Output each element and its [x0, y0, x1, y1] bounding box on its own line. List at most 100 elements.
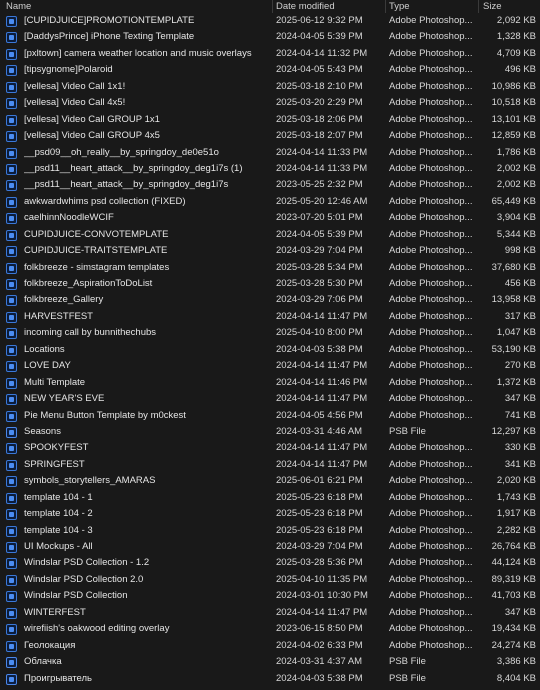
- file-row[interactable]: folkbreeze_Gallery 2024-03-29 7:06 PM Adob…: [0, 292, 540, 308]
- file-size: 10,986 KB: [491, 80, 536, 92]
- file-size: 330 KB: [504, 442, 536, 454]
- file-row[interactable]: symbols_storytellers_AMARAS 2025-06-01 6:…: [0, 473, 540, 489]
- file-type: Adobe Photoshop...: [389, 475, 473, 487]
- file-row[interactable]: folkbreeze - simstagram templates 2025-03…: [0, 260, 540, 276]
- file-date-modified: 2024-04-05 5:43 PM: [276, 64, 363, 76]
- column-divider[interactable]: [478, 0, 479, 13]
- photoshop-file-icon: [6, 196, 17, 208]
- file-row[interactable]: Windslar PSD Collection - 1.2 2025-03-28 …: [0, 555, 540, 571]
- photoshop-file-icon: [6, 180, 17, 192]
- file-type: Adobe Photoshop...: [389, 393, 473, 405]
- file-row[interactable]: template 104 - 3 2025-05-23 6:18 PM Adobe …: [0, 523, 540, 539]
- file-row[interactable]: [vellesa] Video Call GROUP 1x1 2025-03-18…: [0, 112, 540, 128]
- file-row[interactable]: [vellesa] Video Call 1x1! 2025-03-18 2:10…: [0, 79, 540, 95]
- file-name: awkwardwhims psd collection (FIXED): [24, 195, 186, 207]
- file-row[interactable]: Облачка 2024-03-31 4:37 AM PSB File 3,386 K…: [0, 654, 540, 670]
- file-row[interactable]: folkbreeze_AspirationToDoList 2025-03-28 …: [0, 276, 540, 292]
- file-date-modified: 2024-03-31 4:46 AM: [276, 425, 363, 437]
- file-date-modified: 2024-04-14 11:47 PM: [276, 458, 368, 470]
- file-name: UI Mockups - All: [24, 541, 93, 552]
- file-row[interactable]: SPOOKYFEST 2024-04-14 11:47 PM Adobe Photo…: [0, 440, 540, 456]
- file-size: 341 KB: [504, 458, 536, 470]
- file-name: Windslar PSD Collection - 1.2: [24, 557, 150, 569]
- file-date-modified: 2023-05-25 2:32 PM: [276, 179, 363, 191]
- file-row[interactable]: caelhinnNoodleWCIF 2023-07-20 5:01 PM Adob…: [0, 210, 540, 226]
- file-date-modified: 2024-04-03 5:38 PM: [276, 672, 363, 684]
- column-header-name[interactable]: Name: [6, 0, 31, 13]
- file-size: 741 KB: [504, 409, 536, 421]
- file-name: CUPIDJUICE-TRAITSTEMPLATE: [24, 245, 168, 257]
- photoshop-file-icon: [6, 542, 17, 553]
- file-date-modified: 2024-04-14 11:47 PM: [276, 360, 368, 372]
- file-row[interactable]: awkwardwhims psd collection (FIXED) 2025-…: [0, 194, 540, 210]
- file-row[interactable]: WINTERFEST 2024-04-14 11:47 PM Adobe Photo…: [0, 605, 540, 621]
- file-row[interactable]: [DaddysPrince] iPhone Texting Template 20…: [0, 29, 540, 45]
- file-row[interactable]: __psd09__oh_really__by_springdoy_de0e51o…: [0, 145, 540, 161]
- file-type: Adobe Photoshop...: [389, 458, 473, 470]
- file-name: incoming call by bunnithechubs: [24, 327, 157, 339]
- file-size: 2,002 KB: [496, 162, 536, 174]
- psb-file-icon: [6, 673, 17, 685]
- file-row[interactable]: HARVESTFEST 2024-04-14 11:47 PM Adobe Phot…: [0, 309, 540, 325]
- file-name: folkbreeze - simstagram templates: [24, 261, 170, 273]
- column-header-size[interactable]: Size: [483, 0, 501, 13]
- file-type: Adobe Photoshop...: [389, 212, 473, 224]
- file-row[interactable]: [vellesa] Video Call GROUP 4x5 2025-03-18…: [0, 128, 540, 144]
- file-row[interactable]: SPRINGFEST 2024-04-14 11:47 PM Adobe Photo…: [0, 457, 540, 473]
- file-date-modified: 2024-04-05 4:56 PM: [276, 409, 363, 421]
- file-row[interactable]: incoming call by bunnithechubs 2025-04-10…: [0, 325, 540, 341]
- column-header-type[interactable]: Type: [389, 0, 410, 13]
- file-row[interactable]: template 104 - 1 2025-05-23 6:18 PM Adobe …: [0, 490, 540, 506]
- file-date-modified: 2025-03-28 5:34 PM: [276, 261, 363, 273]
- photoshop-file-icon: [6, 213, 17, 225]
- file-date-modified: 2023-07-20 5:01 PM: [276, 212, 363, 224]
- file-row[interactable]: Windslar PSD Collection 2.0 2025-04-10 11…: [0, 572, 540, 588]
- file-date-modified: 2025-05-20 12:46 AM: [276, 195, 368, 207]
- file-date-modified: 2024-03-01 10:30 PM: [276, 590, 368, 602]
- file-size: 13,101 KB: [491, 113, 536, 125]
- photoshop-file-icon: [6, 147, 17, 159]
- file-row[interactable]: __psd11__heart_attack__by_springdoy_deg1…: [0, 177, 540, 193]
- file-size: 41,703 KB: [491, 590, 536, 602]
- file-row[interactable]: Проигрыватель 2024-04-03 5:38 PM PSB File 8…: [0, 671, 540, 687]
- photoshop-file-icon: [6, 295, 17, 307]
- photoshop-file-icon: [6, 443, 17, 455]
- file-row[interactable]: NEW YEAR'S EVE 2024-04-14 11:47 PM Adobe P…: [0, 391, 540, 407]
- file-row[interactable]: Multi Template 2024-04-14 11:46 PM Adobe P…: [0, 375, 540, 391]
- photoshop-file-icon: [6, 394, 17, 406]
- file-row[interactable]: CUPIDJUICE-TRAITSTEMPLATE 2024-03-29 7:04…: [0, 243, 540, 259]
- file-row[interactable]: UI Mockups - All 2024-03-29 7:04 PM Adobe …: [0, 539, 540, 555]
- file-row[interactable]: [pxltown] camera weather location and mu…: [0, 46, 540, 62]
- file-row[interactable]: [vellesa] Video Call 4x5! 2025-03-20 2:29…: [0, 95, 540, 111]
- file-row[interactable]: Геолокация 2024-04-02 6:33 PM Adobe Photos…: [0, 638, 540, 654]
- file-row[interactable]: Seasons 2024-03-31 4:46 AM PSB File 12,297 …: [0, 424, 540, 440]
- file-row[interactable]: LOVE DAY 2024-04-14 11:47 PM Adobe Photosh…: [0, 358, 540, 374]
- file-row[interactable]: Windslar PSD Collection 2024-03-01 10:30 …: [0, 588, 540, 604]
- file-size: 12,297 KB: [491, 425, 536, 437]
- file-row[interactable]: [tipsygnome]Polaroid 2024-04-05 5:43 PM Ad…: [0, 62, 540, 78]
- column-divider[interactable]: [385, 0, 386, 13]
- file-row[interactable]: CUPIDJUICE-CONVOTEMPLATE 2024-04-05 5:39 …: [0, 227, 540, 243]
- file-type: Adobe Photoshop...: [389, 442, 473, 454]
- file-row[interactable]: template 104 - 2 2025-05-23 6:18 PM Adobe …: [0, 506, 540, 522]
- file-row[interactable]: Pie Menu Button Template by m0ckest 2024-…: [0, 408, 540, 424]
- file-name: template 104 - 2: [24, 508, 93, 520]
- photoshop-file-icon: [6, 459, 17, 471]
- file-type: Adobe Photoshop...: [389, 179, 473, 191]
- file-name: folkbreeze_Gallery: [24, 294, 104, 306]
- file-name: wirefiish's oakwood editing overlay: [24, 623, 170, 635]
- file-date-modified: 2024-04-14 11:47 PM: [276, 393, 368, 405]
- file-date-modified: 2024-04-14 11:47 PM: [276, 606, 368, 618]
- file-type: Adobe Photoshop...: [389, 508, 473, 520]
- photoshop-file-icon: [6, 558, 17, 570]
- file-size: 3,386 KB: [496, 656, 536, 668]
- column-divider[interactable]: [272, 0, 273, 13]
- column-header-date-modified[interactable]: Date modified: [276, 0, 335, 13]
- file-name: template 104 - 1: [24, 491, 93, 503]
- file-size: 13,958 KB: [491, 294, 536, 306]
- file-row[interactable]: [CUPIDJUICE]PROMOTIONTEMPLATE 2025-06-12 …: [0, 13, 540, 29]
- file-row[interactable]: __psd11__heart_attack__by_springdoy_deg1…: [0, 161, 540, 177]
- file-row[interactable]: Locations 2024-04-03 5:38 PM Adobe Photosh…: [0, 342, 540, 358]
- photoshop-file-icon: [6, 98, 17, 110]
- file-row[interactable]: wirefiish's oakwood editing overlay 2023-…: [0, 621, 540, 637]
